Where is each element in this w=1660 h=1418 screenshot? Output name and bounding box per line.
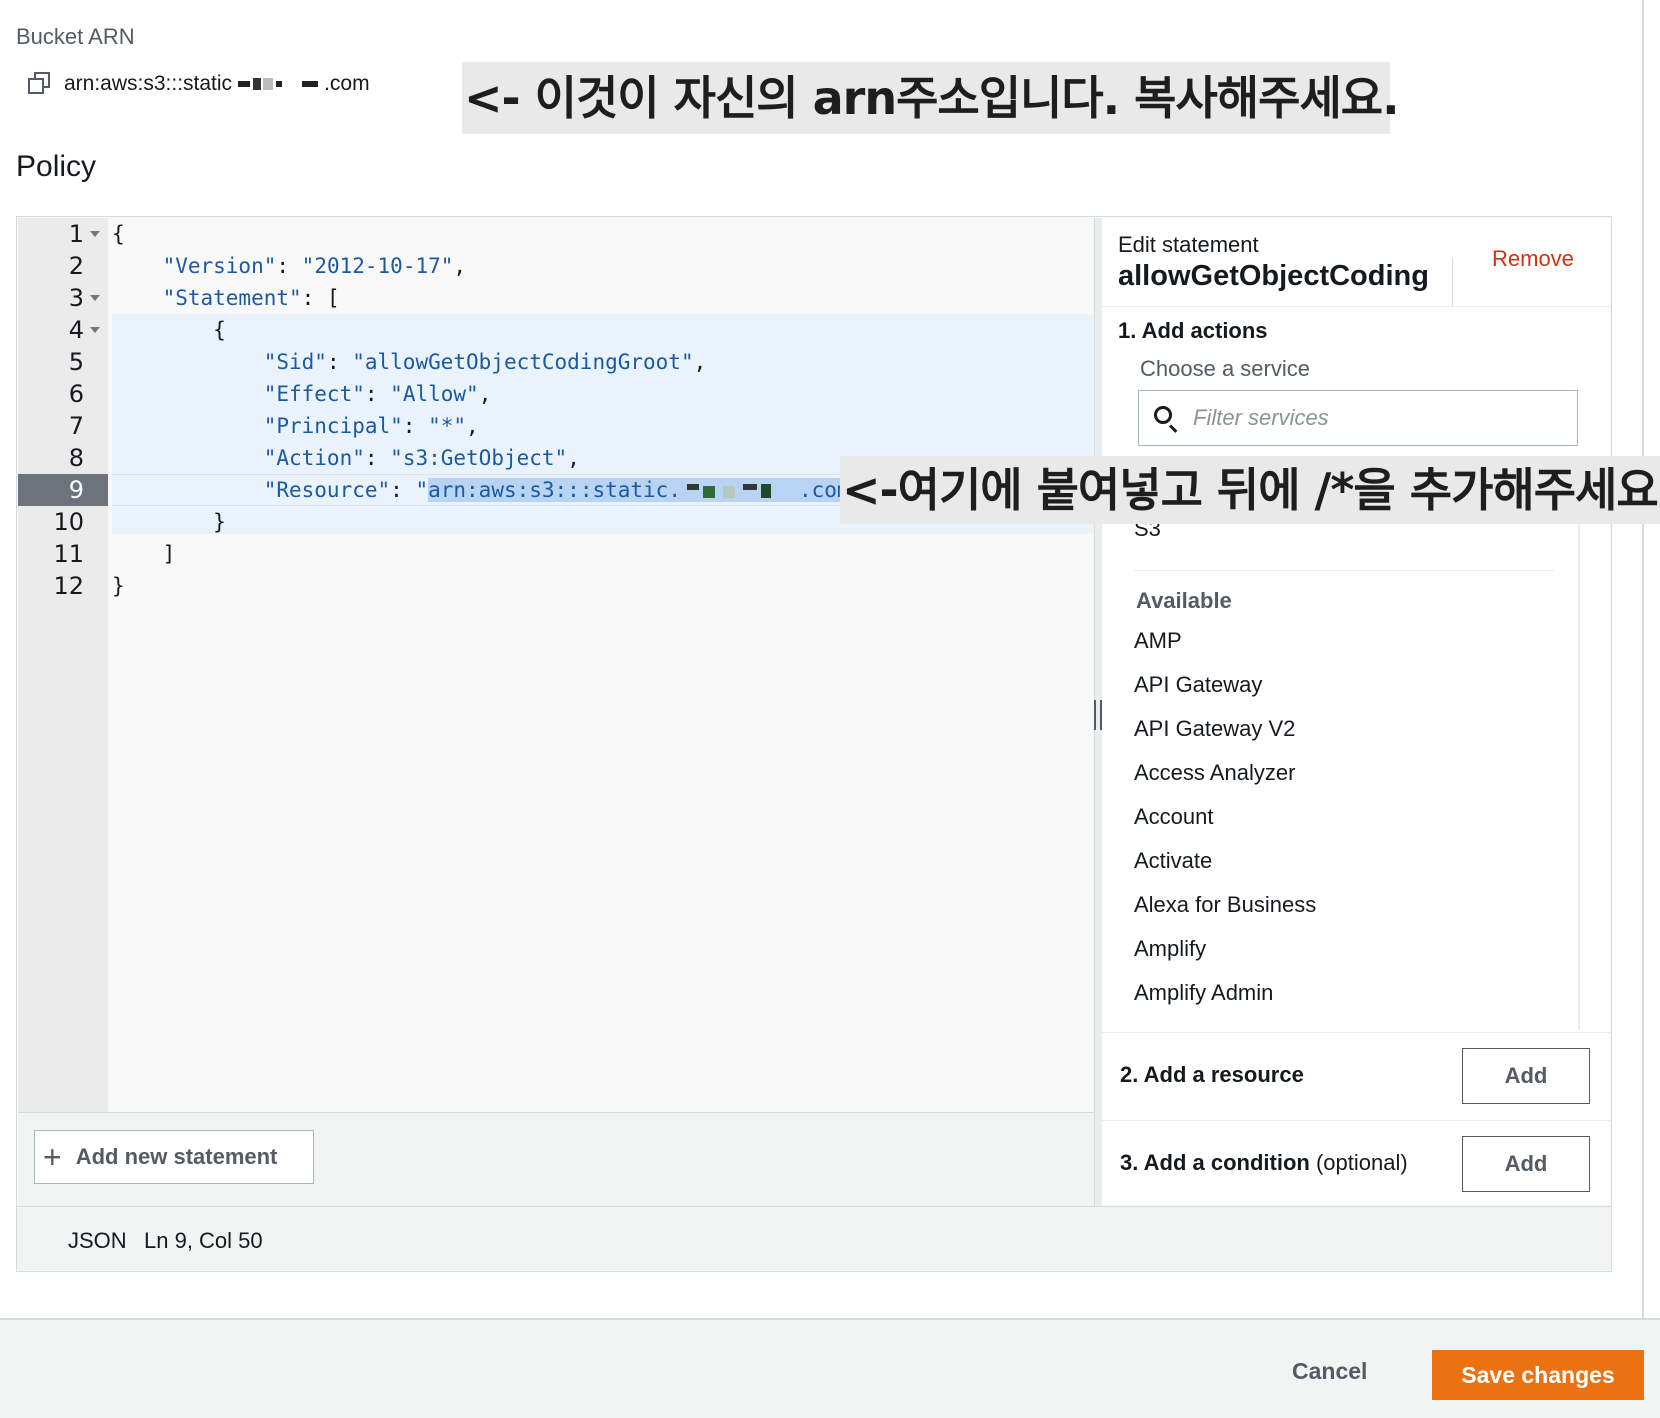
bucket-arn-label: Bucket ARN	[16, 24, 135, 49]
divider	[1102, 1120, 1610, 1121]
divider	[1102, 306, 1610, 307]
bucket-arn-prefix: arn:aws:s3:::static	[64, 72, 233, 95]
add-resource-button[interactable]: Add	[1462, 1048, 1590, 1104]
paste-arn-annotation: <-여기에 붙여넣고 뒤에 /*을 추가해주세요	[840, 456, 1660, 524]
code-line-8: "Action": "s3:GetObject",	[263, 446, 580, 470]
status-language: JSON	[68, 1228, 127, 1253]
code-line-1: {	[112, 222, 125, 246]
service-option[interactable]: Account	[1134, 804, 1214, 830]
divider	[1102, 1032, 1610, 1033]
redacted-text	[681, 475, 799, 507]
policy-title: Policy	[16, 150, 97, 183]
code-line-3: "Statement": [	[162, 286, 340, 310]
add-new-statement-label: Add new statement	[75, 1144, 278, 1169]
filter-services-box[interactable]	[1138, 390, 1578, 446]
code-line-5: "Sid": "allowGetObjectCodingGroot",	[263, 350, 707, 374]
line-number: 9	[68, 476, 84, 504]
copy-icon[interactable]	[28, 72, 52, 96]
service-option[interactable]: Amplify	[1134, 936, 1206, 962]
copy-arn-annotation: <- 이것이 자신의 arn주소입니다. 복사해주세요.	[462, 62, 1400, 134]
selected-arn-text: arn:aws:s3:::static. .com	[428, 478, 850, 502]
line-numbers: 1 2 3 4 5 6 7 8 9 10 11 12	[18, 218, 108, 618]
service-option[interactable]: API Gateway V2	[1134, 716, 1295, 742]
add-actions-heading: 1. Add actions	[1118, 318, 1268, 343]
available-services-header: Available	[1136, 588, 1232, 613]
bucket-arn-suffix: .com	[324, 72, 370, 95]
choose-service-label: Choose a service	[1140, 356, 1310, 381]
code-line-7: "Principal": "*",	[263, 414, 479, 438]
fold-arrow-icon[interactable]	[90, 295, 100, 301]
service-option[interactable]: Activate	[1134, 848, 1212, 874]
divider	[1452, 258, 1453, 306]
code-line-10: }	[213, 510, 226, 534]
save-changes-button[interactable]: Save changes	[1432, 1350, 1644, 1400]
service-option[interactable]: Amplify Admin	[1134, 980, 1273, 1006]
code-line-4: {	[213, 318, 226, 342]
plus-icon: +	[43, 1139, 62, 1175]
service-option[interactable]: API Gateway	[1134, 672, 1262, 698]
redacted-text	[236, 78, 320, 90]
line-number: 7	[68, 412, 84, 440]
fold-arrow-icon[interactable]	[90, 327, 100, 333]
line-number: 2	[68, 252, 84, 280]
add-condition-heading: 3. Add a condition (optional)	[1120, 1150, 1408, 1175]
add-condition-button[interactable]: Add	[1462, 1136, 1590, 1192]
line-number: 12	[53, 572, 84, 600]
bucket-arn-row: arn:aws:s3:::static .com	[28, 72, 370, 96]
bucket-arn-value: arn:aws:s3:::static .com	[64, 72, 370, 96]
service-option[interactable]: AMP	[1134, 628, 1182, 654]
resize-grip-icon[interactable]	[1094, 700, 1102, 730]
code-line-9: "Resource": "arn:aws:s3:::static..com/*"	[112, 474, 888, 506]
line-number: 5	[68, 348, 84, 376]
add-new-statement-button[interactable]: + Add new statement	[34, 1130, 314, 1184]
line-number: 10	[53, 508, 84, 536]
code-line-6: "Effect": "Allow",	[263, 382, 492, 406]
divider	[1134, 570, 1554, 571]
service-option[interactable]: Alexa for Business	[1134, 892, 1316, 918]
code-line-12: }	[112, 574, 125, 598]
services-scrollbar[interactable]	[1578, 500, 1580, 1030]
statement-name: allowGetObjectCoding	[1118, 260, 1429, 292]
service-option[interactable]: Access Analyzer	[1134, 760, 1295, 786]
page-edge	[1642, 0, 1644, 1318]
code-line-2: "Version": "2012-10-17",	[162, 254, 467, 278]
code-line-11: ]	[162, 542, 176, 566]
filter-services-input[interactable]	[1193, 405, 1553, 431]
footer-bar	[0, 1318, 1660, 1418]
line-number: 11	[53, 540, 84, 568]
edit-statement-label: Edit statement	[1118, 232, 1259, 257]
cancel-button[interactable]: Cancel	[1292, 1358, 1367, 1385]
status-cursor-position: Ln 9, Col 50	[144, 1228, 263, 1253]
add-resource-heading: 2. Add a resource	[1120, 1062, 1304, 1087]
search-icon	[1153, 405, 1179, 433]
line-number: 8	[68, 444, 84, 472]
line-number: 6	[68, 380, 84, 408]
fold-arrow-icon[interactable]	[90, 231, 100, 237]
remove-statement-link[interactable]: Remove	[1492, 246, 1574, 272]
